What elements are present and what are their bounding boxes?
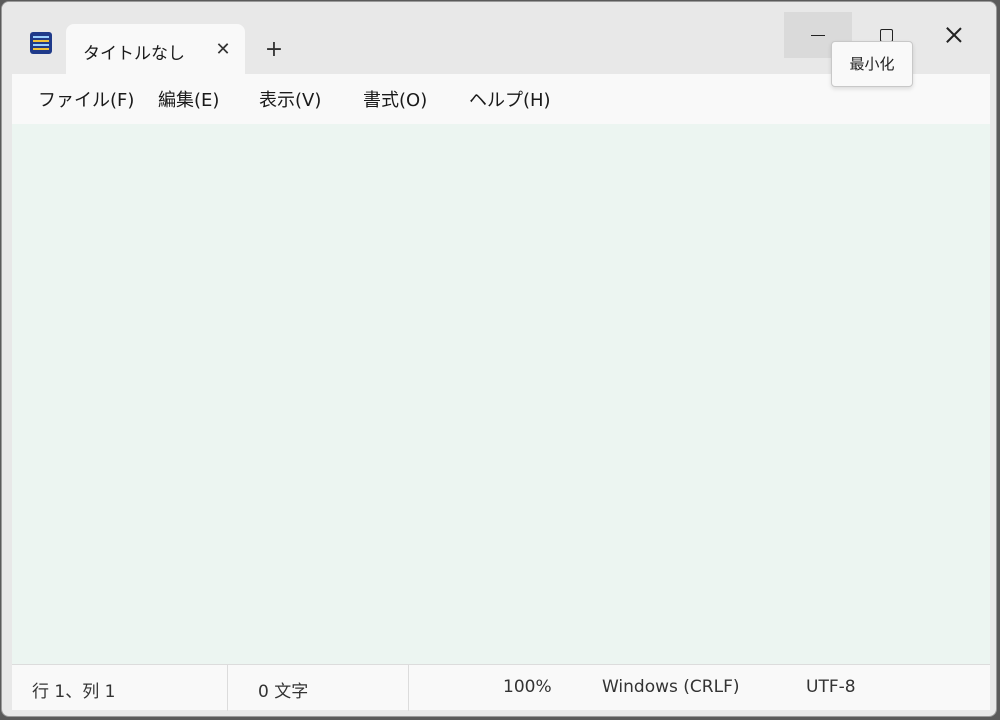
status-divider <box>408 665 409 711</box>
tab-title: タイトルなし <box>83 44 185 64</box>
minimize-icon <box>811 34 825 36</box>
tab-close-icon[interactable]: ✕ <box>211 38 235 62</box>
status-encoding[interactable]: UTF-8 <box>806 677 856 697</box>
tab-untitled[interactable]: タイトルなし ✕ <box>66 24 245 76</box>
status-line-ending[interactable]: Windows (CRLF) <box>602 677 740 697</box>
notepad-window: タイトルなし ✕ + 最小化 ファイル(F) 編集(E) 表示(V) 書式(O)… <box>1 1 997 717</box>
notepad-icon <box>30 32 52 54</box>
menu-edit[interactable]: 編集(E) <box>158 86 219 112</box>
status-divider <box>227 665 228 711</box>
maximize-icon <box>879 28 893 42</box>
new-tab-button[interactable]: + <box>260 36 288 64</box>
minimize-tooltip: 最小化 <box>831 41 913 87</box>
text-editor[interactable] <box>12 124 990 664</box>
close-icon <box>946 27 962 43</box>
menu-help[interactable]: ヘルプ(H) <box>469 86 551 112</box>
menu-format[interactable]: 書式(O) <box>363 86 427 112</box>
close-button[interactable] <box>920 12 988 58</box>
menu-file[interactable]: ファイル(F) <box>38 86 134 112</box>
status-zoom[interactable]: 100% <box>503 677 552 697</box>
status-bar: 行 1、列 1 0 文字 100% Windows (CRLF) UTF-8 <box>12 664 990 711</box>
status-cursor-position: 行 1、列 1 <box>32 682 116 702</box>
status-char-count: 0 文字 <box>258 682 309 702</box>
menu-view[interactable]: 表示(V) <box>259 86 321 112</box>
